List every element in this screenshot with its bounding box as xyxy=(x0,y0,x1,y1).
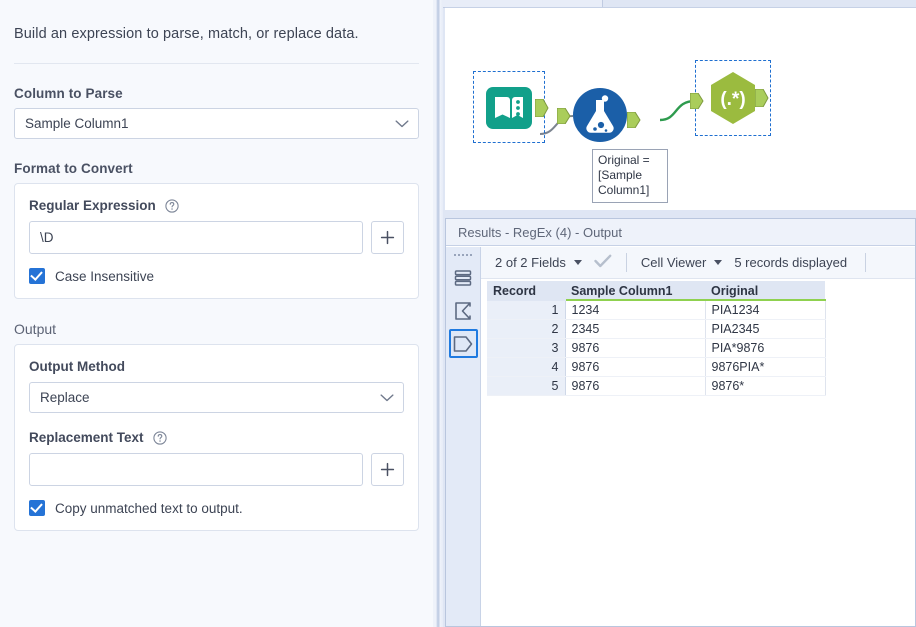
regular-expression-value: \D xyxy=(40,230,54,245)
replacement-text-label: Replacement Text xyxy=(29,430,144,445)
chevron-down-icon xyxy=(380,390,394,405)
cell-record: 2 xyxy=(487,319,566,339)
regular-expression-label-row: Regular Expression xyxy=(29,198,404,213)
copy-unmatched-row[interactable]: Copy unmatched text to output. xyxy=(29,500,404,516)
data-rows-button[interactable] xyxy=(449,263,478,292)
column-header-original[interactable]: Original xyxy=(705,281,825,301)
case-insensitive-checkbox[interactable] xyxy=(29,268,45,284)
rows-icon xyxy=(454,269,472,286)
regular-expression-input-row: \D xyxy=(29,221,404,254)
configuration-panel: Build an expression to parse, match, or … xyxy=(0,0,433,627)
output-method-select[interactable]: Replace xyxy=(29,382,404,413)
table-row[interactable]: 1 1234 PIA1234 xyxy=(487,300,826,320)
replacement-text-input[interactable] xyxy=(29,453,363,486)
results-main: 2 of 2 Fields Cell Viewer 5 records disp… xyxy=(481,247,915,626)
output-shape-icon xyxy=(453,335,473,352)
cell-record: 4 xyxy=(487,357,566,377)
column-to-parse-label: Column to Parse xyxy=(14,86,123,101)
output-group: Output Method Replace Replacement Text C… xyxy=(14,344,419,531)
table-row[interactable]: 3 9876 PIA*9876 xyxy=(487,338,826,358)
format-to-convert-group: Regular Expression \D Case Insensitive xyxy=(14,183,419,299)
table-row[interactable]: 2 2345 PIA2345 xyxy=(487,319,826,339)
grip-dots-icon[interactable] xyxy=(452,251,474,258)
plus-icon xyxy=(380,462,395,477)
cell-sample-column1: 9876 xyxy=(565,357,706,377)
output-method-label: Output Method xyxy=(29,359,125,374)
output-button[interactable] xyxy=(448,329,478,358)
cell-original: PIA*9876 xyxy=(705,338,826,358)
plus-icon xyxy=(380,230,395,245)
node-output-port[interactable] xyxy=(627,112,641,128)
table-row[interactable]: 4 9876 9876PIA* xyxy=(487,357,826,377)
right-pane: Original = [Sample Column1] (.*) Results… xyxy=(443,0,916,627)
help-circle-icon[interactable] xyxy=(152,430,167,445)
toolbar-separator xyxy=(625,253,627,272)
cell-record: 3 xyxy=(487,338,566,358)
svg-text:(.*): (.*) xyxy=(720,89,745,110)
caret-down-icon[interactable] xyxy=(573,260,582,265)
cell-original: 9876* xyxy=(705,376,826,396)
cell-record: 5 xyxy=(487,376,566,396)
cell-sample-column1: 1234 xyxy=(565,300,706,320)
replacement-text-input-row xyxy=(29,453,404,486)
cell-original: PIA2345 xyxy=(705,319,826,339)
results-table[interactable]: Record Sample Column1 Original 1 1234 PI… xyxy=(487,281,826,396)
node-input-port[interactable] xyxy=(557,108,571,124)
cell-viewer-label[interactable]: Cell Viewer xyxy=(641,255,707,270)
node-output-port[interactable] xyxy=(535,99,549,117)
column-to-parse-select[interactable]: Sample Column1 xyxy=(14,108,419,139)
chevron-down-icon xyxy=(395,116,409,131)
caret-down-icon[interactable] xyxy=(714,260,723,265)
column-header-record[interactable]: Record xyxy=(487,281,565,301)
cell-original: 9876PIA* xyxy=(705,357,826,377)
replacement-text-label-row: Replacement Text xyxy=(29,430,404,445)
fields-count-label[interactable]: 2 of 2 Fields xyxy=(495,255,566,270)
regular-expression-label: Regular Expression xyxy=(29,198,156,213)
replacement-text-add-button[interactable] xyxy=(371,453,404,486)
flask-icon xyxy=(573,88,627,142)
checkmark-icon[interactable] xyxy=(594,254,612,271)
table-header-row: Record Sample Column1 Original xyxy=(487,281,825,301)
records-displayed-label: 5 records displayed xyxy=(734,255,848,270)
cell-sample-column1: 2345 xyxy=(565,319,706,339)
copy-unmatched-checkbox[interactable] xyxy=(29,500,45,516)
output-method-value: Replace xyxy=(40,390,90,405)
regex-node[interactable]: (.*) xyxy=(690,60,771,136)
alteryx-regex-tool-screen: Build an expression to parse, match, or … xyxy=(0,0,916,627)
summary-button[interactable] xyxy=(449,296,478,325)
cell-sample-column1: 9876 xyxy=(565,338,706,358)
formula-node-annotation: Original = [Sample Column1] xyxy=(592,149,668,203)
cell-sample-column1: 9876 xyxy=(565,376,706,396)
results-panel-title: Results - RegEx (4) - Output xyxy=(446,219,915,246)
text-input-node[interactable] xyxy=(473,71,549,143)
help-circle-icon[interactable] xyxy=(165,198,179,213)
column-header-sample-column1[interactable]: Sample Column1 xyxy=(565,281,705,301)
format-to-convert-label: Format to Convert xyxy=(14,161,133,176)
case-insensitive-label: Case Insensitive xyxy=(55,268,155,284)
cell-original: PIA1234 xyxy=(705,300,826,320)
panel-splitter[interactable] xyxy=(433,0,443,627)
results-toolbar: 2 of 2 Fields Cell Viewer 5 records disp… xyxy=(481,247,915,279)
copy-unmatched-label: Copy unmatched text to output. xyxy=(55,500,243,516)
formula-node[interactable] xyxy=(557,86,641,146)
node-output-port[interactable] xyxy=(755,89,769,107)
cell-record: 1 xyxy=(487,300,566,320)
results-panel: Results - RegEx (4) - Output 2 of 2 Fiel… xyxy=(445,218,916,627)
toolbar-separator xyxy=(865,253,867,272)
workflow-canvas[interactable]: Original = [Sample Column1] (.*) xyxy=(445,7,916,210)
case-insensitive-row[interactable]: Case Insensitive xyxy=(29,268,404,284)
results-side-rail xyxy=(446,247,481,626)
panel-intro-text: Build an expression to parse, match, or … xyxy=(14,26,359,42)
table-row[interactable]: 5 9876 9876* xyxy=(487,376,826,396)
panel-divider xyxy=(14,63,419,64)
sigma-icon xyxy=(455,301,471,320)
regular-expression-add-button[interactable] xyxy=(371,221,404,254)
regular-expression-input[interactable]: \D xyxy=(29,221,363,254)
results-body: 2 of 2 Fields Cell Viewer 5 records disp… xyxy=(446,247,915,626)
column-to-parse-value: Sample Column1 xyxy=(25,116,129,131)
output-section-label: Output xyxy=(14,321,57,337)
